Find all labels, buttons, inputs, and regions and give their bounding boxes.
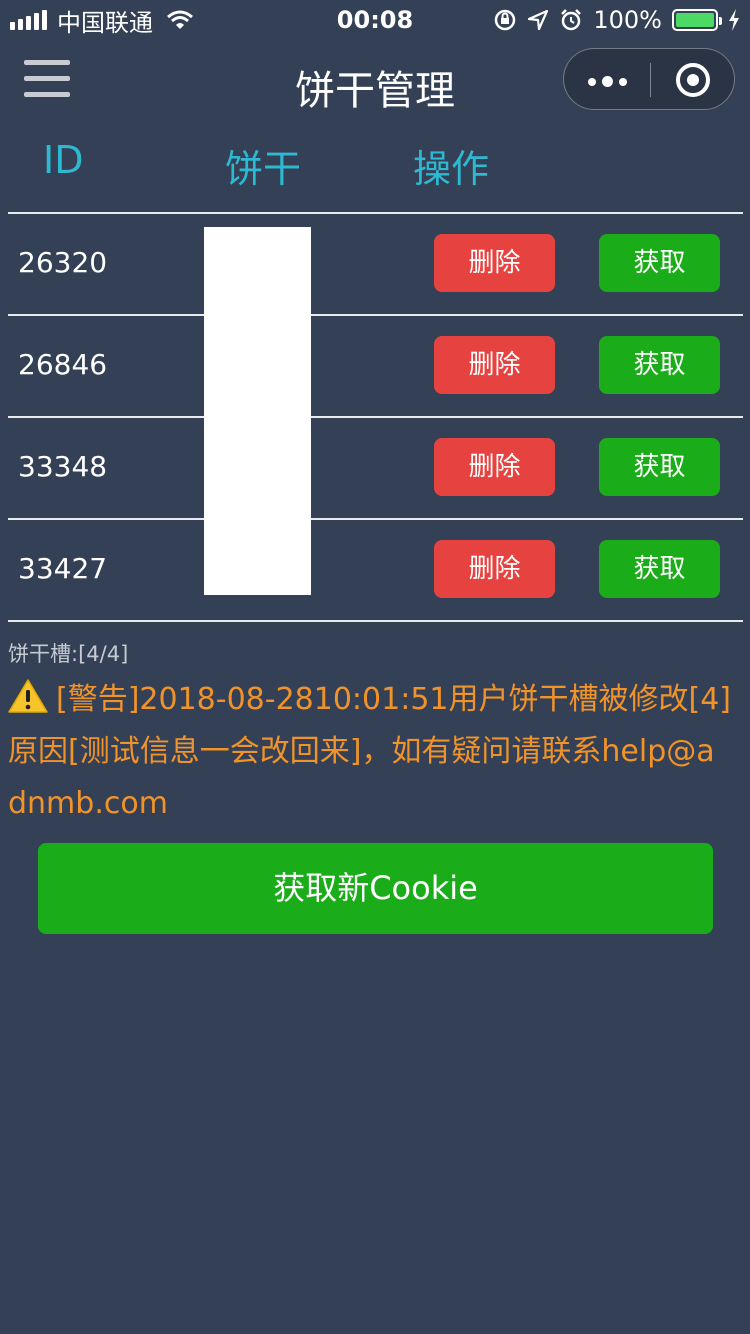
table-row: 33348 删除 获取 — [0, 418, 750, 518]
header-id: ID — [43, 138, 84, 182]
table-row: 26320 S M 删除 获取 — [0, 214, 750, 314]
header-cookie: 饼干 — [225, 147, 302, 191]
get-button[interactable]: 获取 — [599, 540, 720, 598]
warning-icon — [8, 679, 48, 713]
get-button[interactable]: 获取 — [599, 336, 720, 394]
location-icon — [528, 9, 549, 31]
delete-button[interactable]: 删除 — [434, 438, 555, 496]
get-button[interactable]: 获取 — [599, 234, 720, 292]
delete-button[interactable]: 删除 — [434, 336, 555, 394]
warning-message: [警告]2018-08-2810:01:51用户饼干槽被修改[4]原因[测试信息… — [8, 674, 733, 830]
target-icon[interactable] — [676, 63, 710, 97]
cookie-id: 26846 — [18, 348, 108, 381]
rotation-lock-icon — [495, 9, 516, 31]
get-button[interactable]: 获取 — [599, 438, 720, 496]
table-row: 33427 M YA 删除 获取 — [0, 520, 750, 620]
delete-button[interactable]: 删除 — [434, 234, 555, 292]
cookie-id: 26320 — [18, 246, 108, 279]
battery-icon — [672, 9, 722, 31]
cookie-id: 33348 — [18, 450, 108, 483]
charging-icon — [729, 9, 739, 31]
capsule-divider — [650, 63, 651, 97]
mini-program-capsule — [563, 48, 735, 110]
navigation-bar: 饼干管理 — [0, 40, 750, 126]
delete-button[interactable]: 删除 — [434, 540, 555, 598]
alarm-icon — [561, 9, 582, 31]
warning-text: [警告]2018-08-2810:01:51用户饼干槽被修改[4]原因[测试信息… — [8, 682, 731, 821]
table-divider — [8, 620, 743, 622]
redaction-block — [204, 227, 311, 595]
get-new-cookie-button[interactable]: 获取新Cookie — [38, 843, 713, 934]
more-icon[interactable] — [588, 76, 627, 87]
table-row: 26846 R EY 删除 获取 — [0, 316, 750, 416]
battery-percent: 100% — [593, 6, 662, 34]
header-actions: 操作 — [413, 147, 490, 191]
table-header: ID 饼干 操作 — [0, 138, 750, 198]
cookie-id: 33427 — [18, 552, 108, 585]
cookie-slot-count: 饼干槽:[4/4] — [8, 642, 129, 666]
status-bar: 中国联通 00:08 100% — [0, 0, 750, 40]
